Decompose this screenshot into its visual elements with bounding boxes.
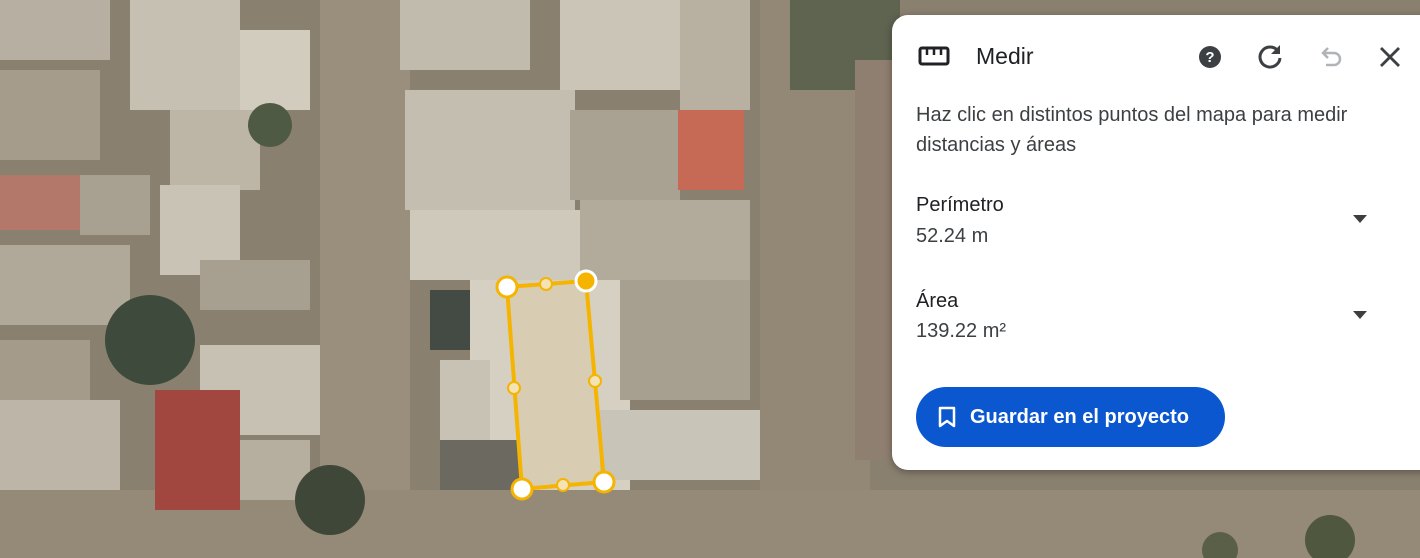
area-label: Área bbox=[916, 290, 959, 312]
midpoint-handle[interactable] bbox=[556, 478, 570, 492]
vertex-handle[interactable] bbox=[495, 275, 519, 299]
close-button[interactable] bbox=[1374, 41, 1406, 73]
vertex-handle-active[interactable] bbox=[574, 269, 598, 293]
svg-text:?: ? bbox=[1205, 49, 1214, 66]
midpoint-handle[interactable] bbox=[507, 381, 521, 395]
help-button[interactable]: ? bbox=[1194, 41, 1226, 73]
save-button-label: Guardar en el proyecto bbox=[970, 405, 1189, 428]
perimeter-units-dropdown[interactable] bbox=[1344, 207, 1376, 231]
perimeter-label: Perímetro bbox=[916, 194, 1004, 216]
chevron-down-icon bbox=[1353, 215, 1367, 223]
midpoint-handle[interactable] bbox=[588, 374, 602, 388]
instructions-text: Haz clic en distintos puntos del mapa pa… bbox=[916, 104, 1348, 156]
vertex-handle[interactable] bbox=[592, 470, 616, 494]
area-value: 139.22 m² bbox=[916, 320, 1007, 342]
reset-button[interactable] bbox=[1254, 41, 1286, 73]
perimeter-value: 52.24 m bbox=[916, 225, 989, 247]
refresh-icon bbox=[1258, 45, 1282, 69]
chevron-down-icon bbox=[1353, 311, 1367, 319]
ruler-icon bbox=[918, 45, 950, 72]
vertex-handle[interactable] bbox=[510, 477, 534, 501]
panel-title: Medir bbox=[976, 43, 1034, 69]
midpoint-handle[interactable] bbox=[539, 277, 553, 291]
bookmark-icon bbox=[938, 406, 956, 428]
undo-icon bbox=[1321, 47, 1342, 67]
undo-button[interactable] bbox=[1314, 41, 1346, 73]
close-icon bbox=[1380, 47, 1400, 67]
help-icon: ? bbox=[1199, 46, 1221, 68]
area-units-dropdown[interactable] bbox=[1344, 303, 1376, 327]
save-to-project-button[interactable]: Guardar en el proyecto bbox=[916, 387, 1225, 447]
